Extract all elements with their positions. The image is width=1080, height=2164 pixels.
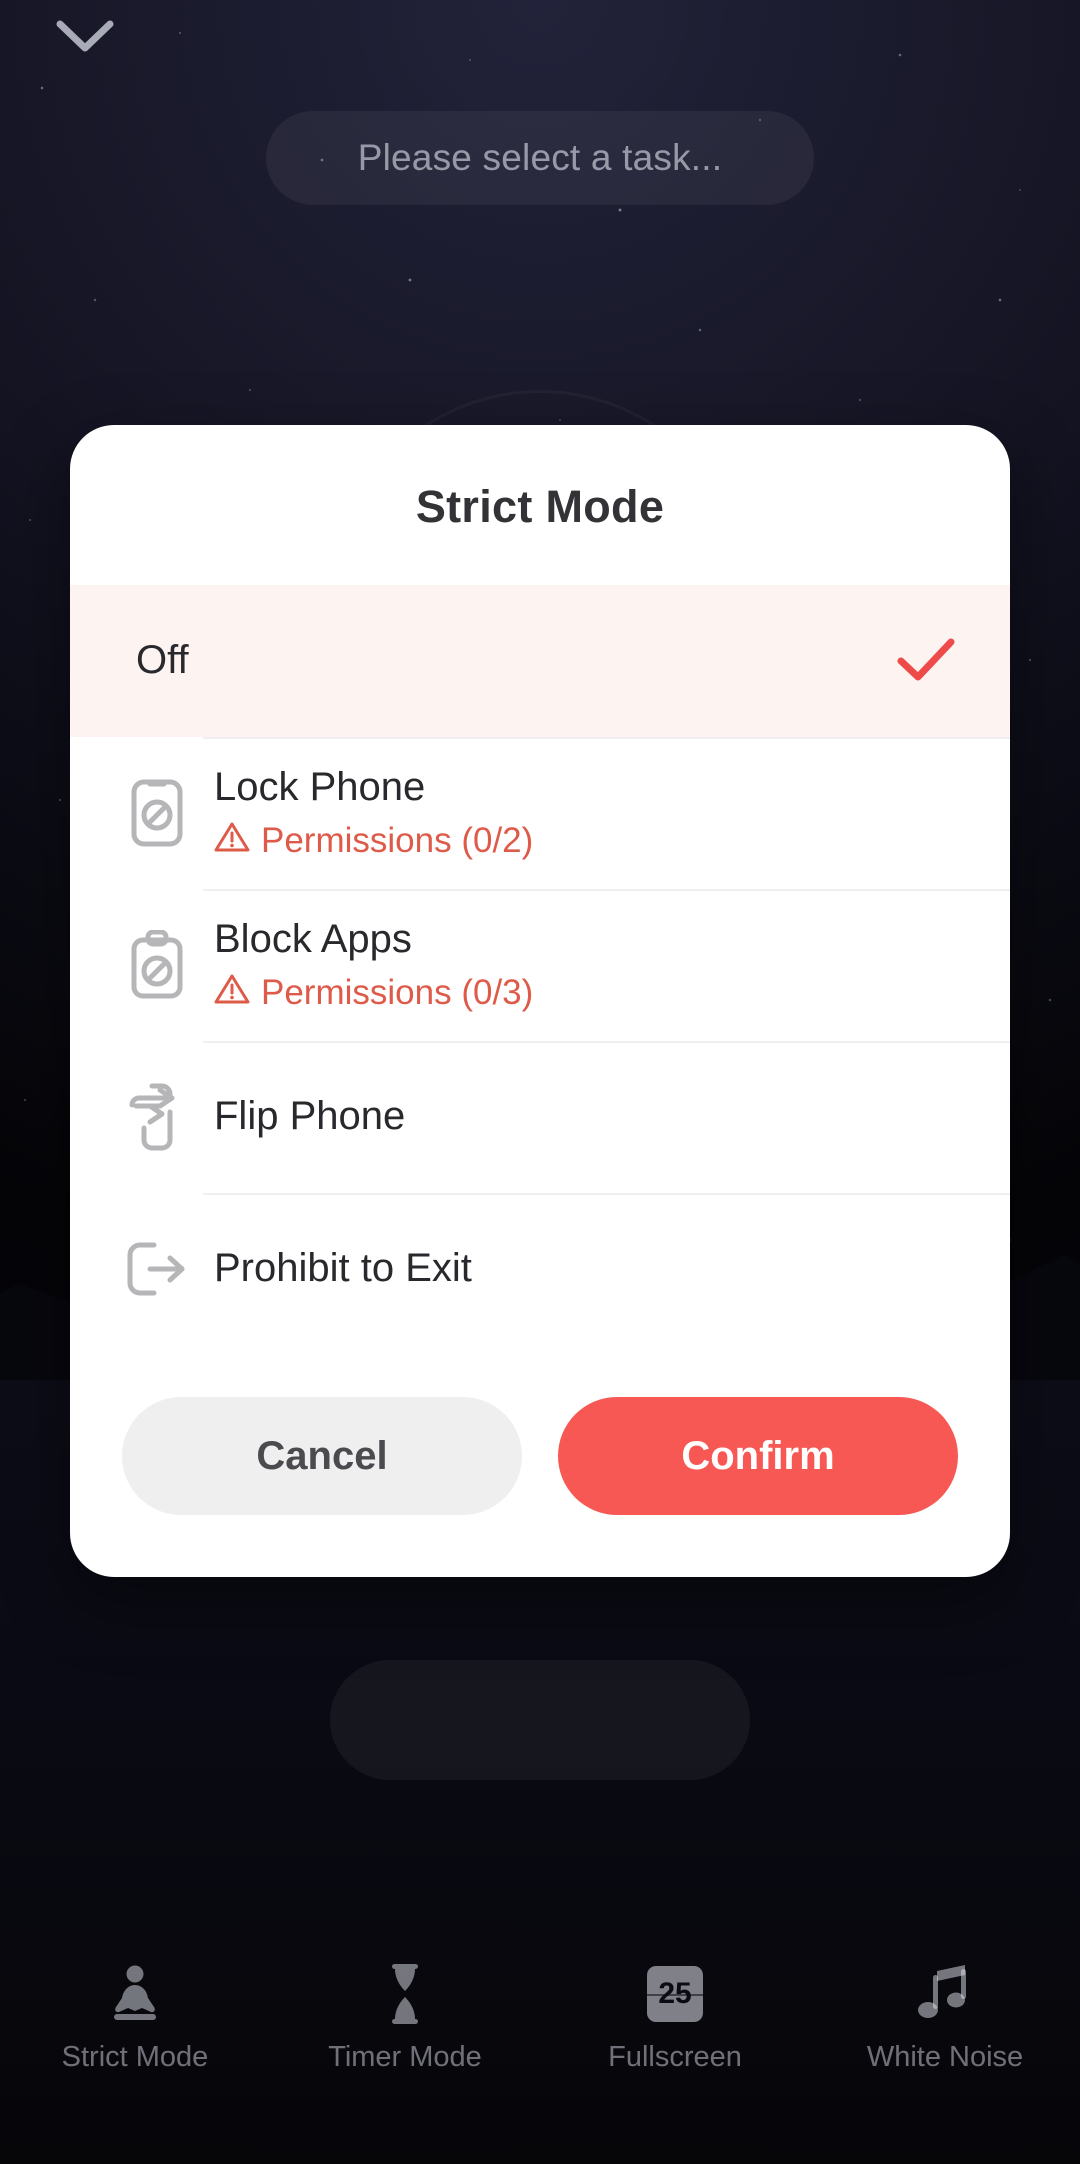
music-note-icon xyxy=(917,1963,973,2025)
permission-text: Permissions (0/3) xyxy=(261,973,534,1013)
exit-blocked-icon xyxy=(110,1239,204,1299)
meditation-icon xyxy=(104,1963,166,2025)
permission-status: Permissions (0/3) xyxy=(214,973,956,1014)
option-row-lock-phone[interactable]: Lock Phone Permissions (0/2) xyxy=(70,737,1010,889)
row-separator xyxy=(203,1193,1010,1195)
nav-label: Timer Mode xyxy=(328,2041,482,2073)
permission-text: Permissions (0/2) xyxy=(261,821,534,861)
bottom-navigation: Strict Mode Timer Mode 25 Fullscreen Whi… xyxy=(0,1955,1080,2145)
option-label: Block Apps xyxy=(214,917,412,962)
chevron-down-icon xyxy=(56,19,114,60)
confirm-button[interactable]: Confirm xyxy=(558,1397,958,1515)
nav-label: Strict Mode xyxy=(61,2041,209,2073)
option-row-block-apps[interactable]: Block Apps Permissions (0/3) xyxy=(70,889,1010,1041)
app-screen: Please select a task... Strict Mode Off xyxy=(0,0,1080,2164)
cancel-button[interactable]: Cancel xyxy=(122,1397,522,1515)
nav-label: White Noise xyxy=(866,2041,1024,2073)
phone-blocked-icon xyxy=(110,778,204,848)
strict-mode-dialog: Strict Mode Off Lock Phone Permissions (… xyxy=(70,425,1010,1577)
row-separator xyxy=(203,737,1010,739)
option-row-flip-phone[interactable]: Flip Phone xyxy=(70,1041,1010,1193)
flip-clock-badge: 25 xyxy=(647,1966,703,2022)
clipboard-blocked-icon xyxy=(110,930,204,1000)
task-selector[interactable]: Please select a task... xyxy=(266,111,814,205)
task-selector-placeholder: Please select a task... xyxy=(357,137,723,178)
nav-label: Fullscreen xyxy=(608,2041,742,2073)
warning-triangle-icon xyxy=(214,973,250,1014)
check-icon xyxy=(896,637,956,685)
background-start-button xyxy=(330,1660,750,1780)
row-separator xyxy=(203,889,1010,891)
option-label: Off xyxy=(136,638,189,683)
option-row-off[interactable]: Off xyxy=(70,585,1010,737)
collapse-button[interactable] xyxy=(40,6,130,72)
row-separator xyxy=(203,1041,1010,1043)
dialog-actions: Cancel Confirm xyxy=(70,1345,1010,1577)
nav-item-fullscreen[interactable]: 25 Fullscreen xyxy=(540,1955,810,2145)
option-label: Lock Phone xyxy=(214,765,426,810)
dialog-title: Strict Mode xyxy=(415,481,665,532)
nav-item-white-noise[interactable]: White Noise xyxy=(810,1955,1080,2145)
permission-status: Permissions (0/2) xyxy=(214,821,956,862)
phone-flip-icon xyxy=(110,1082,204,1152)
warning-triangle-icon xyxy=(214,821,250,862)
flip-clock-25-icon: 25 xyxy=(647,1963,703,2025)
option-row-prohibit-exit[interactable]: Prohibit to Exit xyxy=(70,1193,1010,1345)
hourglass-icon xyxy=(381,1963,429,2025)
option-label: Prohibit to Exit xyxy=(214,1246,472,1291)
nav-item-strict-mode[interactable]: Strict Mode xyxy=(0,1955,270,2145)
option-label: Flip Phone xyxy=(214,1094,406,1139)
nav-item-timer-mode[interactable]: Timer Mode xyxy=(270,1955,540,2145)
